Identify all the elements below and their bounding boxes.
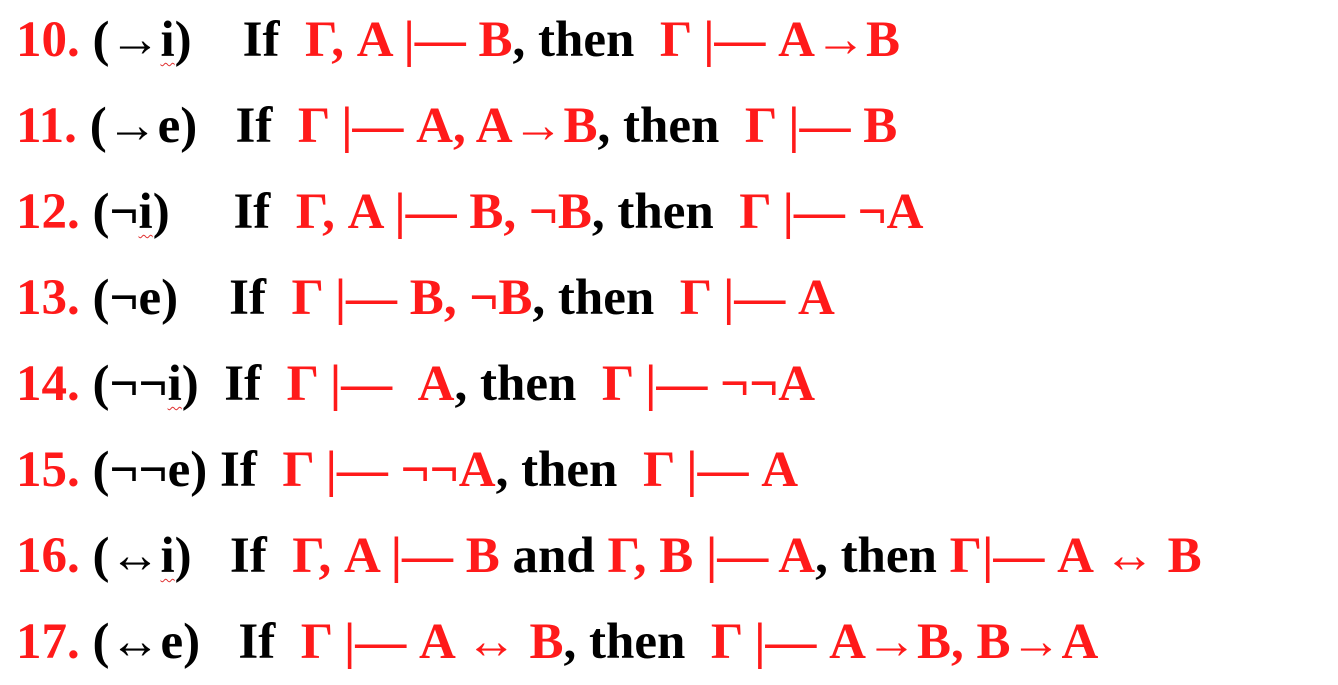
rule-connective: , then <box>512 12 660 68</box>
rule-formula: Γ, A |— B <box>292 528 500 584</box>
rule-gap <box>192 12 243 68</box>
rule-gap <box>199 356 225 412</box>
rule-name: (¬i) <box>93 184 170 240</box>
rule-gap <box>200 614 238 670</box>
rule-formula: Γ |— A ↔ B <box>300 614 564 670</box>
rule-number: 14. <box>16 356 80 412</box>
rule-number: 10. <box>16 12 80 68</box>
rule-line: 13. (¬e) If Γ |— B, ¬B, then Γ |— A <box>16 255 835 341</box>
rule-line: 16. (↔i) If Γ, A |— B and Γ, B |— A, the… <box>16 513 1202 599</box>
rule-formula: Γ, B |— A <box>607 528 816 584</box>
rule-name-segment: (↔e) <box>92 614 201 670</box>
rule-line: 11. (→e) If Γ |— A, A→B, then Γ |— B <box>16 83 897 169</box>
rule-connective: If <box>229 270 292 326</box>
rule-name-segment: ) <box>152 184 170 240</box>
rule-name-segment: (¬ <box>92 184 139 240</box>
rule-number: 13. <box>16 270 80 326</box>
rule-line: 12. (¬i) If Γ, A |— B, ¬B, then Γ |— ¬A <box>16 169 923 255</box>
rule-connective: , then <box>454 356 602 412</box>
rule-line: 14. (¬¬i) If Γ |— A, then Γ |— ¬¬A <box>16 341 815 427</box>
rule-connective: If <box>219 442 283 498</box>
rule-gap <box>178 270 229 326</box>
rule-gap <box>197 98 235 154</box>
rule-formula: Γ, A |— B <box>304 12 513 68</box>
rule-formula: Γ |— B, ¬B <box>291 270 533 326</box>
rule-connective: , then <box>591 184 740 240</box>
rule-formula: Γ|— A ↔ B <box>949 528 1202 584</box>
rule-connective: , then <box>532 270 680 326</box>
rule-number: 12. <box>16 184 80 240</box>
rule-name: (¬e) <box>93 270 179 326</box>
rule-formula: Γ |— ¬¬A <box>282 442 496 498</box>
rule-line: 17. (↔e) If Γ |— A ↔ B, then Γ |— A→B, B… <box>16 599 1098 685</box>
rule-gap <box>170 184 234 240</box>
rule-name: (→e) <box>90 98 198 154</box>
rule-formula: Γ |— A→B, B→A <box>710 614 1099 670</box>
rule-formula: Γ |— ¬A <box>739 184 924 240</box>
rule-connective: If <box>233 184 296 240</box>
rule-formula: Γ |— A <box>679 270 835 326</box>
rule-number: 17. <box>16 614 80 670</box>
rule-name: (↔i) <box>93 528 192 584</box>
rule-name-intro-letter: i <box>138 184 153 240</box>
rule-name-segment: (¬¬e) <box>92 442 208 498</box>
rule-name-segment: (→ <box>92 12 161 68</box>
rule-name: (↔e) <box>93 614 201 670</box>
rule-number: 11. <box>16 98 77 154</box>
rule-name-segment: (→e) <box>89 98 198 154</box>
rule-name: (→i) <box>93 12 192 68</box>
rule-connective: , then <box>563 614 711 670</box>
rule-line: 15. (¬¬e) If Γ |— ¬¬A, then Γ |— A <box>16 427 798 513</box>
rule-gap <box>192 528 230 584</box>
rule-formula: Γ |— A, A→B <box>297 98 598 154</box>
rule-name: (¬¬i) <box>93 356 199 412</box>
rule-name: (¬¬e) <box>93 442 208 498</box>
rule-number: 16. <box>16 528 80 584</box>
rule-gap <box>207 442 220 498</box>
rule-name-intro-letter: i <box>160 528 175 584</box>
rule-formula: Γ |— A <box>642 442 799 498</box>
rule-name-segment: ) <box>174 12 192 68</box>
rule-name-intro-letter: i <box>160 12 175 68</box>
rule-connective: , then <box>597 98 745 154</box>
rule-name-segment: ) <box>181 356 199 412</box>
rule-connective: If <box>238 614 301 670</box>
rule-name-segment: (¬e) <box>92 270 179 326</box>
rule-name-segment: (↔ <box>92 528 161 584</box>
rule-connective: , then <box>495 442 643 498</box>
rule-connective: If <box>224 356 287 412</box>
rule-connective: If <box>229 528 293 584</box>
rule-formula: Γ |— A <box>286 356 455 412</box>
rule-formula: Γ, A |— B, ¬B <box>295 184 592 240</box>
rule-name-intro-letter: i <box>167 356 182 412</box>
rule-connective: If <box>235 98 298 154</box>
rule-connective: , then <box>815 528 950 584</box>
rule-number: 15. <box>16 442 80 498</box>
rule-name-segment: ) <box>174 528 192 584</box>
rule-formula: Γ |— A→B <box>659 12 901 68</box>
rule-formula: Γ |— B <box>744 98 898 154</box>
rule-name-segment: (¬¬ <box>92 356 168 412</box>
rule-connective: If <box>242 12 305 68</box>
rule-formula: Γ |— ¬¬A <box>601 356 816 412</box>
rule-line: 10. (→i) If Γ, A |— B, then Γ |— A→B <box>16 0 900 83</box>
rule-connective: and <box>499 528 608 584</box>
